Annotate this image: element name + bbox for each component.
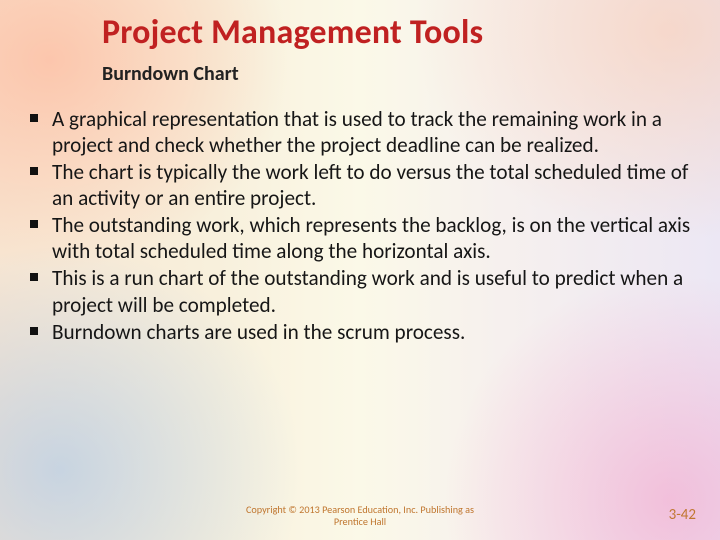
bullet-text: Burndown charts are used in the scrum pr… bbox=[52, 319, 465, 345]
footer: Copyright © 2013 Pearson Education, Inc.… bbox=[0, 500, 720, 528]
list-item: This is a run chart of the outstanding w… bbox=[22, 265, 696, 317]
bullet-text: This is a run chart of the outstanding w… bbox=[52, 265, 683, 317]
list-item: The chart is typically the work left to … bbox=[22, 159, 696, 211]
copyright-text: Copyright © 2013 Pearson Education, Inc.… bbox=[230, 504, 490, 528]
bullet-list: A graphical representation that is used … bbox=[22, 106, 696, 346]
bullet-text: The outstanding work, which represents t… bbox=[52, 212, 690, 264]
slide-subtitle: Burndown Chart bbox=[102, 62, 239, 86]
slide: Project Management Tools Burndown Chart … bbox=[0, 0, 720, 540]
bullet-text: A graphical representation that is used … bbox=[52, 106, 662, 158]
list-item: The outstanding work, which represents t… bbox=[22, 212, 696, 264]
bullet-text: The chart is typically the work left to … bbox=[52, 159, 688, 211]
page-number: 3-42 bbox=[669, 506, 696, 524]
list-item: Burndown charts are used in the scrum pr… bbox=[22, 319, 696, 345]
slide-title: Project Management Tools bbox=[102, 12, 483, 53]
list-item: A graphical representation that is used … bbox=[22, 106, 696, 158]
